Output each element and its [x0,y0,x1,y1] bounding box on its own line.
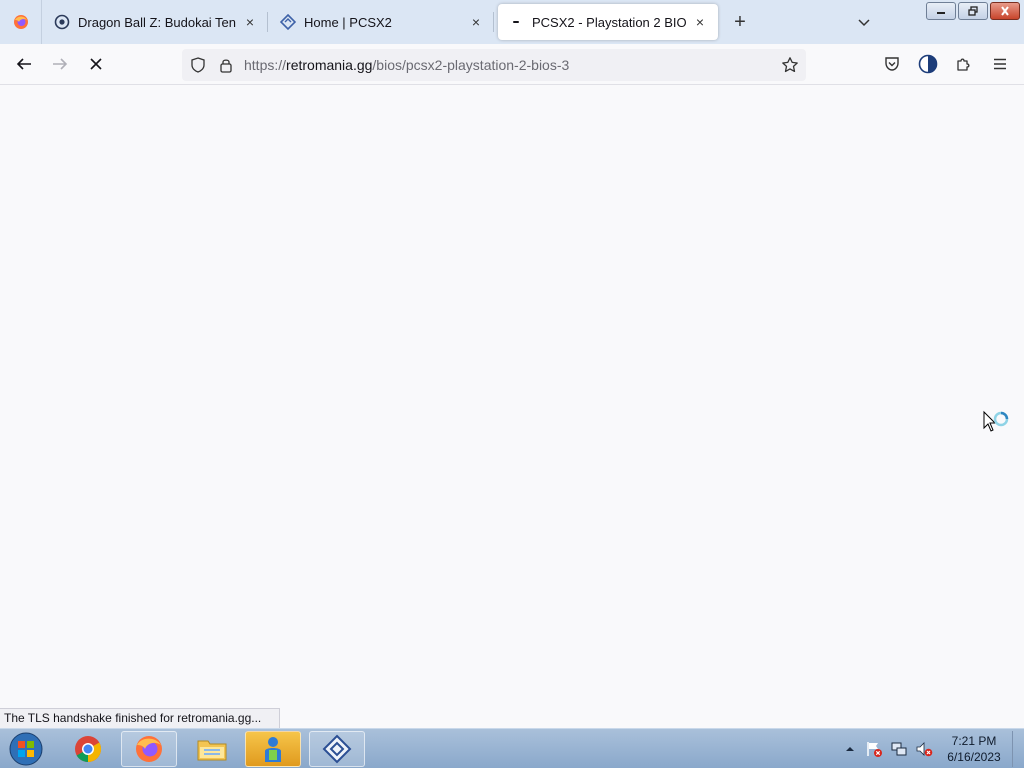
forward-button[interactable] [46,50,74,78]
firefox-view-button[interactable] [0,0,42,44]
tab-close-button[interactable]: × [468,14,484,30]
taskbar-user-app[interactable] [245,731,301,767]
lock-icon[interactable] [218,57,234,73]
tab-pcsx2-home[interactable]: Home | PCSX2 × [270,2,494,42]
tab-strip: Dragon Ball Z: Budokai Tenkaichi × Home … [0,0,1024,44]
volume-muted-icon [916,742,933,757]
firefox-icon [13,15,28,29]
close-window-button[interactable] [990,2,1020,20]
busy-cursor-icon [983,410,1009,432]
restore-icon [968,6,978,16]
tab-title: PCSX2 - Playstation 2 BIOS (PS2 [532,14,686,30]
taskbar-chrome[interactable] [60,731,116,767]
url-path: /bios/pcsx2-playstation-2-bios-3 [372,57,570,73]
arrow-right-icon [53,58,68,70]
app-menu-button[interactable] [986,50,1014,78]
tab-pcsx2-bios[interactable]: PCSX2 - Playstation 2 BIOS (PS2 × [498,4,718,40]
close-icon [1001,6,1009,16]
tray-volume[interactable] [914,729,934,768]
hamburger-menu-icon [994,58,1006,70]
star-icon [782,57,798,73]
list-all-tabs-button[interactable] [852,10,876,34]
chevron-down-icon [858,19,870,27]
network-icon [891,742,907,756]
taskbar-pcsx2[interactable] [309,731,365,767]
minimize-icon [937,12,945,14]
stop-loading-button[interactable] [82,50,110,78]
loading-favicon [508,14,524,30]
dark-reader-button[interactable] [914,50,942,78]
url-host: retromania.gg [286,57,373,73]
pocket-icon [885,57,899,71]
page-content [0,86,1024,728]
tab-title: Dragon Ball Z: Budokai Tenkaichi [78,14,236,30]
contrast-icon [918,54,938,74]
pcsx2-icon [322,734,352,764]
navigation-toolbar: https://retromania.gg/bios/pcsx2-playsta… [0,44,1024,85]
tray-network[interactable] [889,729,909,768]
taskbar: 7:21 PM 6/16/2023 [0,728,1024,768]
show-desktop-button[interactable] [1012,731,1022,767]
taskbar-file-explorer[interactable] [184,731,240,767]
minimize-button[interactable] [926,2,956,20]
puzzle-icon [957,58,970,71]
restore-button[interactable] [958,2,988,20]
clock-time: 7:21 PM [951,734,997,748]
address-bar[interactable]: https://retromania.gg/bios/pcsx2-playsta… [182,49,806,81]
bookmark-star-button[interactable] [780,55,800,75]
folder-icon [197,740,227,761]
url-prefix: https:// [244,57,287,73]
clock-date: 6/16/2023 [947,750,1001,764]
flag-alert-icon [867,742,882,757]
tab-close-button[interactable]: × [242,14,258,30]
windows-start-orb-icon [9,732,43,766]
chrome-icon [75,736,102,763]
stop-icon [90,58,102,70]
arrow-left-icon [16,58,31,70]
taskbar-firefox[interactable] [121,731,177,767]
pcsx2-favicon [280,14,296,30]
pocket-button[interactable] [878,50,906,78]
start-button[interactable] [6,731,46,767]
show-hidden-icons-button[interactable] [842,729,858,768]
chevron-up-icon [846,747,854,751]
extensions-button[interactable] [950,50,978,78]
firefox-icon [136,736,162,762]
tracking-protection-shield-icon[interactable] [190,57,206,73]
url-text[interactable]: https://retromania.gg/bios/pcsx2-playsta… [244,57,569,73]
back-button[interactable] [10,50,38,78]
tab-title: Home | PCSX2 [304,14,392,30]
new-tab-button[interactable]: + [728,10,752,34]
status-panel: The TLS handshake finished for retromani… [0,708,281,728]
tab-dragon-ball[interactable]: Dragon Ball Z: Budokai Tenkaichi × [44,2,268,42]
dbz-favicon [54,14,70,30]
tab-close-button[interactable]: × [692,14,708,30]
user-app-icon [265,737,281,762]
tray-action-center[interactable] [864,729,884,768]
system-clock[interactable]: 7:21 PM 6/16/2023 [938,733,1010,765]
